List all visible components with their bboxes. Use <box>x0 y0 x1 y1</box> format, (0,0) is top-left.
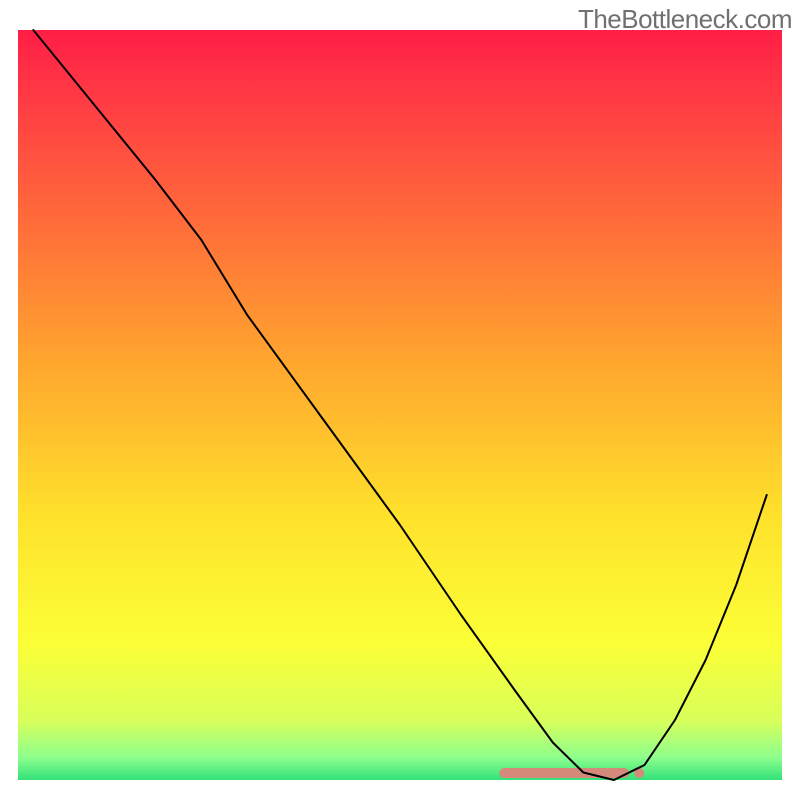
plot-background <box>18 30 782 780</box>
chart-svg <box>0 0 800 800</box>
chart-canvas: TheBottleneck.com <box>0 0 800 800</box>
